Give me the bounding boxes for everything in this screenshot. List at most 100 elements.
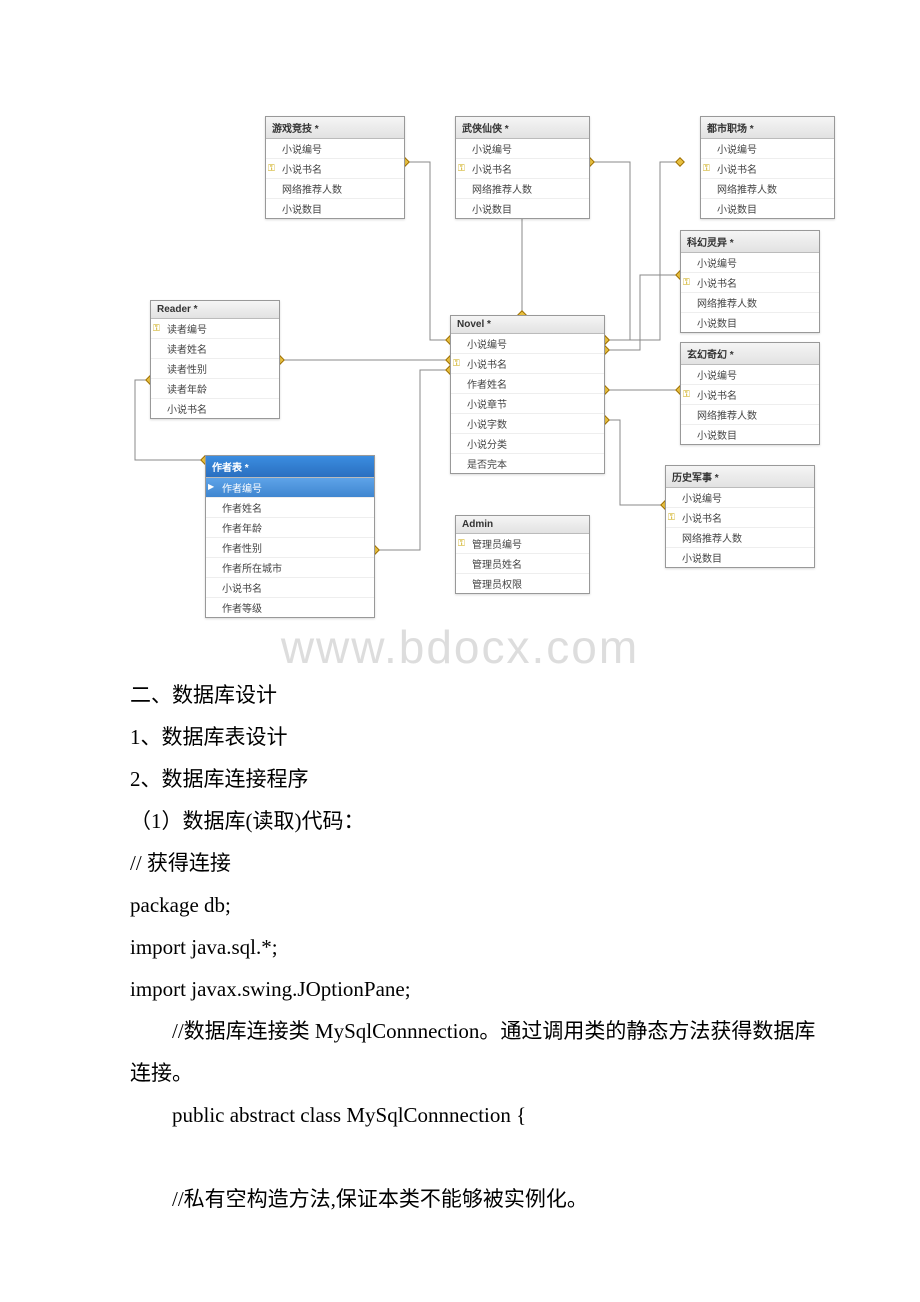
table-row[interactable]: 小说编号 [681,253,819,273]
table-youxi[interactable]: 游戏竞技 *小说编号小说书名网络推荐人数小说数目 [265,116,405,219]
table-row[interactable]: 读者年龄 [151,379,279,399]
table-row[interactable]: 作者姓名 [206,498,374,518]
column-label: 管理员姓名 [472,556,522,571]
table-row[interactable]: 作者编号 [206,478,374,498]
column-label: 小说字数 [467,416,507,431]
table-lishi[interactable]: 历史军事 *小说编号小说书名网络推荐人数小说数目 [665,465,815,568]
table-row[interactable]: 小说章节 [451,394,604,414]
table-row[interactable]: 小说书名 [151,399,279,418]
column-label: 小说书名 [717,161,757,176]
table-row[interactable]: 小说书名 [266,159,404,179]
table-row[interactable]: 作者所在城市 [206,558,374,578]
table-row[interactable]: 作者性别 [206,538,374,558]
table-row[interactable]: 网络推荐人数 [666,528,814,548]
table-row[interactable]: 网络推荐人数 [701,179,834,199]
column-label: 管理员权限 [472,576,522,591]
line-conn-program: 2、数据库连接程序 [130,758,820,800]
table-row[interactable]: 小说编号 [456,139,589,159]
blank-icon [458,579,470,589]
table-row[interactable]: 是否完本 [451,454,604,473]
blank-icon [153,404,165,414]
key-icon [683,278,695,288]
table-zuozhe[interactable]: 作者表 *作者编号作者姓名作者年龄作者性别作者所在城市小说书名作者等级 [205,455,375,618]
table-row[interactable]: 小说字数 [451,414,604,434]
table-reader[interactable]: Reader *读者编号读者姓名读者性别读者年龄小说书名 [150,300,280,419]
table-row[interactable]: 网络推荐人数 [681,293,819,313]
column-label: 小说书名 [682,510,722,525]
column-label: 小说编号 [697,367,737,382]
table-row[interactable]: 小说书名 [681,273,819,293]
column-label: 作者姓名 [222,500,262,515]
table-row[interactable]: 小说书名 [206,578,374,598]
blank-icon [453,339,465,349]
table-row[interactable]: 网络推荐人数 [681,405,819,425]
blank-icon [458,204,470,214]
column-label: 读者性别 [167,361,207,376]
table-row[interactable]: 管理员编号 [456,534,589,554]
table-row[interactable]: 小说书名 [451,354,604,374]
table-row[interactable]: 读者性别 [151,359,279,379]
table-row[interactable]: 小说数目 [701,199,834,218]
table-wuxia[interactable]: 武侠仙侠 *小说编号小说书名网络推荐人数小说数目 [455,116,590,219]
table-row[interactable]: 作者姓名 [451,374,604,394]
key-icon [268,164,280,174]
table-kehuan[interactable]: 科幻灵异 * 小说编号小说书名网络推荐人数小说数目 [680,230,820,333]
table-row[interactable]: 作者年龄 [206,518,374,538]
table-row[interactable]: 网络推荐人数 [266,179,404,199]
blank-icon [208,543,220,553]
table-row[interactable]: 小说数目 [666,548,814,567]
column-label: 小说编号 [697,255,737,270]
table-dushi[interactable]: 都市职场 *小说编号小说书名网络推荐人数小说数目 [700,116,835,219]
blank-icon [458,559,470,569]
key-icon [683,390,695,400]
table-row[interactable]: 管理员权限 [456,574,589,593]
column-label: 小说书名 [167,401,207,416]
table-row[interactable]: 小说编号 [701,139,834,159]
table-row[interactable]: 读者编号 [151,319,279,339]
blank-icon [668,553,680,563]
table-row[interactable]: 小说编号 [681,365,819,385]
table-row[interactable]: 小说数目 [456,199,589,218]
table-row[interactable]: 小说数目 [681,425,819,444]
blank-icon [208,583,220,593]
blank-icon [703,184,715,194]
key-icon [458,539,470,549]
table-row[interactable]: 小说数目 [266,199,404,218]
table-novel[interactable]: Novel *小说编号小说书名作者姓名小说章节小说字数小说分类是否完本 [450,315,605,474]
table-row[interactable]: 读者姓名 [151,339,279,359]
table-admin[interactable]: Admin管理员编号管理员姓名管理员权限 [455,515,590,594]
blank-icon [703,204,715,214]
blank-icon [153,344,165,354]
table-header: 都市职场 * [701,117,834,139]
table-row[interactable]: 小说书名 [681,385,819,405]
table-row[interactable]: 小说编号 [451,334,604,354]
table-row[interactable]: 小说分类 [451,434,604,454]
column-label: 网络推荐人数 [682,530,742,545]
column-label: 是否完本 [467,456,507,471]
blank-icon [268,204,280,214]
blank-icon [453,459,465,469]
table-row[interactable]: 小说编号 [666,488,814,508]
line-ctor-comment: //私有空构造方法,保证本类不能够被实例化。 [130,1178,820,1220]
table-header: Novel * [451,316,604,334]
blank-icon [668,493,680,503]
column-label: 作者编号 [222,480,262,495]
table-header: Reader * [151,301,279,319]
table-row[interactable]: 作者等级 [206,598,374,617]
blank-icon [268,144,280,154]
table-row[interactable]: 网络推荐人数 [456,179,589,199]
column-label: 作者年龄 [222,520,262,535]
table-row[interactable]: 管理员姓名 [456,554,589,574]
table-xuanhuan[interactable]: 玄幻奇幻 *小说编号小说书名网络推荐人数小说数目 [680,342,820,445]
table-row[interactable]: 小说书名 [456,159,589,179]
column-label: 小说数目 [697,427,737,442]
table-row[interactable]: 小说书名 [701,159,834,179]
table-row[interactable]: 小说书名 [666,508,814,528]
column-label: 作者等级 [222,600,262,615]
blank-icon [453,439,465,449]
table-row[interactable]: 小说数目 [681,313,819,332]
table-row[interactable]: 小说编号 [266,139,404,159]
column-label: 小说书名 [697,275,737,290]
column-label: 网络推荐人数 [282,181,342,196]
table-header: 科幻灵异 * [681,231,819,253]
